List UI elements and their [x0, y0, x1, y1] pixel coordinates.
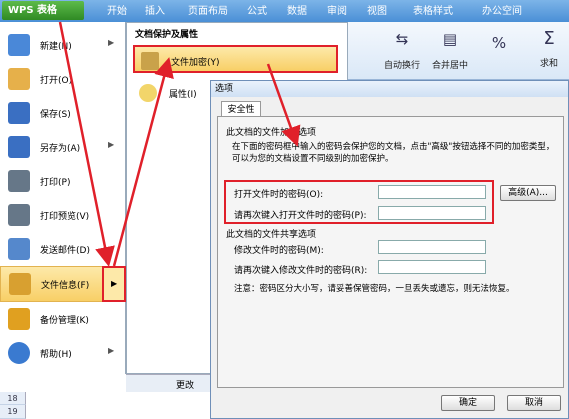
- arrow-to-password: [266, 63, 301, 147]
- arrow-to-encrypt: [112, 57, 174, 267]
- annotation-arrows: [58, 21, 301, 267]
- arrow-to-file-info: [58, 21, 115, 267]
